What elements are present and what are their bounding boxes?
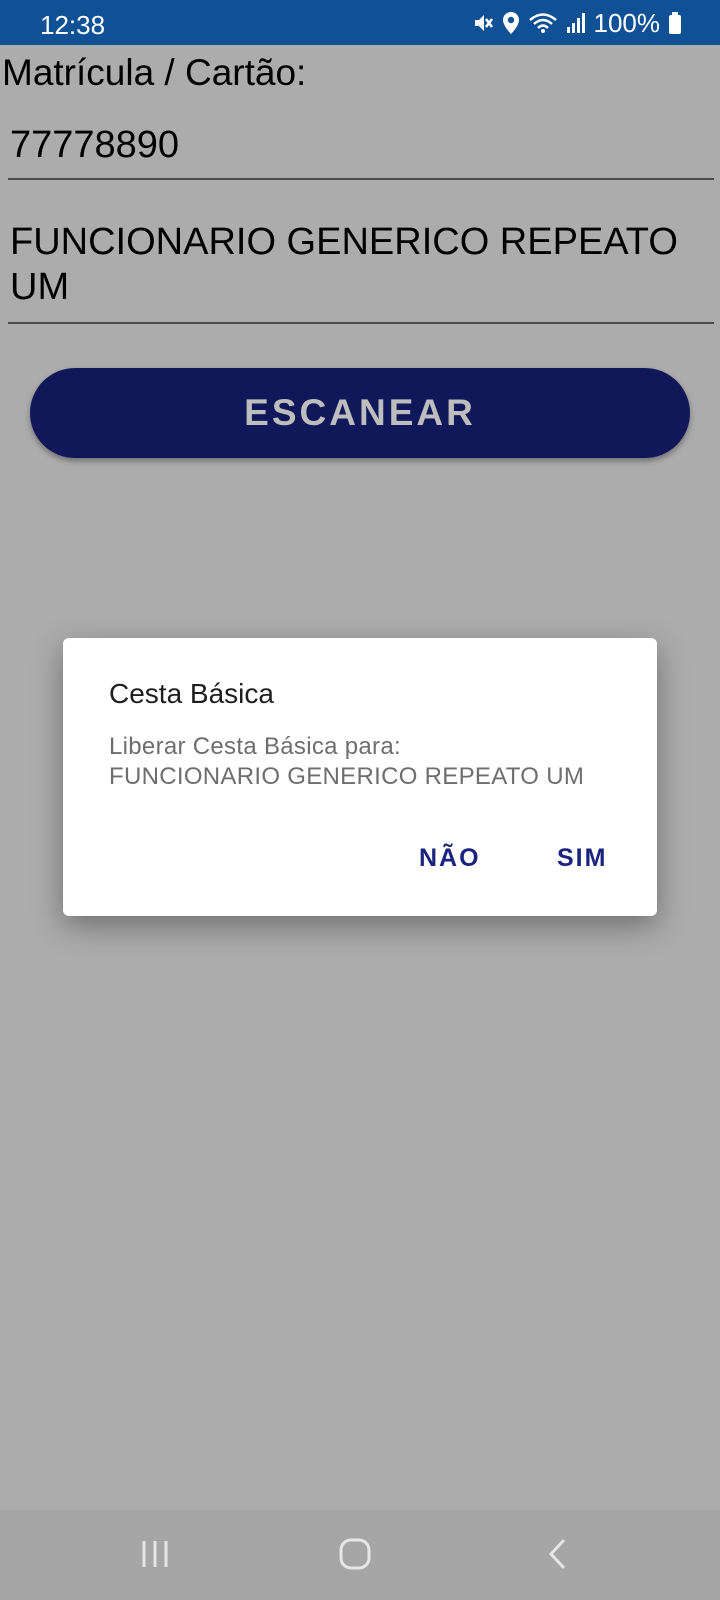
status-bar: 12:38 100% — [0, 0, 720, 45]
location-icon — [502, 11, 520, 35]
home-icon[interactable] — [338, 1535, 374, 1580]
employee-name-line1: FUNCIONARIO GENERICO REPEATO — [10, 221, 678, 263]
back-icon[interactable] — [546, 1535, 572, 1580]
wifi-icon — [528, 11, 558, 35]
signal-icon — [566, 11, 586, 35]
matricula-label: Matrícula / Cartão: — [2, 52, 307, 93]
employee-name-field[interactable]: FUNCIONARIO GENERICO REPEATO UM — [8, 220, 714, 324]
recents-icon[interactable] — [140, 1535, 172, 1580]
dialog-message-line2: FUNCIONARIO GENERICO REPEATO UM — [109, 763, 585, 790]
employee-name-line2: UM — [10, 266, 70, 308]
dialog-title: Cesta Básica — [109, 678, 274, 709]
scan-button[interactable]: ESCANEAR — [30, 368, 690, 458]
battery-icon — [668, 11, 682, 35]
matricula-field[interactable]: 77778890 — [8, 124, 714, 180]
status-icons: 100% — [472, 8, 683, 38]
battery-percent: 100% — [593, 7, 661, 38]
no-button[interactable]: NÃO — [419, 844, 481, 873]
mute-icon — [472, 11, 494, 35]
dialog-message-line1: Liberar Cesta Básica para: — [109, 733, 401, 760]
yes-button[interactable]: SIM — [557, 844, 607, 873]
confirm-dialog: Cesta Básica Liberar Cesta Básica para: … — [63, 638, 657, 916]
navigation-bar — [0, 1510, 720, 1600]
dialog-message: Liberar Cesta Básica para: FUNCIONARIO G… — [109, 732, 629, 792]
status-time: 12:38 — [40, 10, 106, 40]
matricula-value: 77778890 — [10, 124, 180, 166]
